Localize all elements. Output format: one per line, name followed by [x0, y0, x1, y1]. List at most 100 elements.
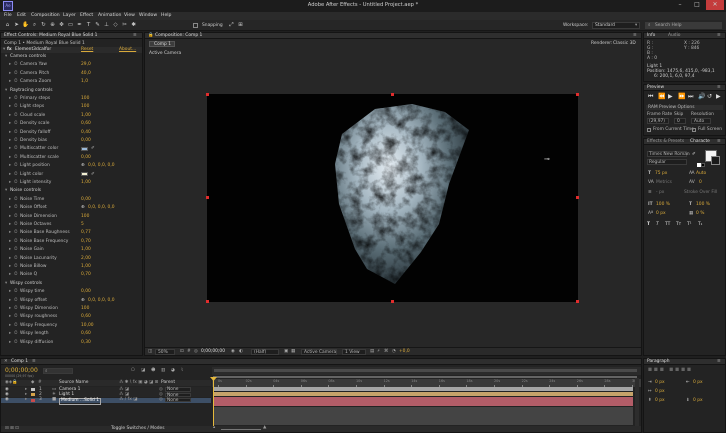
property-group[interactable]: ▾ Raytracing controls: [1, 88, 142, 93]
expand-arrow-icon[interactable]: ▸: [9, 247, 11, 252]
font-size-value[interactable]: 75 px: [655, 171, 667, 176]
layer-handle-tl[interactable]: [205, 92, 209, 96]
stopwatch-icon[interactable]: ⏱: [14, 104, 17, 109]
stopwatch-icon[interactable]: ⏱: [14, 314, 17, 319]
property-row[interactable]: ▸ ⏱ Noise Billow 1,00: [1, 264, 142, 269]
stopwatch-icon[interactable]: ⏱: [14, 298, 17, 303]
property-row[interactable]: ▸ ⏱ Light position ⊕ 0,0, 0,0, 0,0: [1, 163, 142, 168]
property-row[interactable]: ▸ ⏱ Primary steps 100: [1, 96, 142, 101]
property-row[interactable]: ▸ ⏱ Camera Zoom 1,0: [1, 79, 142, 84]
stopwatch-icon[interactable]: ⏱: [14, 289, 17, 294]
full-screen-checkbox[interactable]: [692, 128, 696, 132]
expand-arrow-icon[interactable]: ▸: [9, 146, 11, 151]
tab-effects-presets[interactable]: Effects & Presets: [647, 139, 684, 144]
expand-arrow-icon[interactable]: ▸: [9, 79, 11, 84]
zoom-select[interactable]: 50%: [155, 349, 175, 355]
timeline-scrollbar[interactable]: [635, 378, 639, 427]
stroke-color-swatch[interactable]: [711, 156, 720, 165]
crosshair-icon[interactable]: ⊕: [81, 298, 85, 303]
panel-menu-icon[interactable]: ≡: [633, 33, 637, 38]
layer-handle-bm[interactable]: [391, 300, 394, 303]
property-value[interactable]: 100: [81, 104, 89, 109]
property-row[interactable]: ▸ ⏱ Camera Pitch 40,0: [1, 71, 142, 76]
tracking-value[interactable]: 0: [699, 180, 702, 185]
workspace-select[interactable]: Standard ▾: [592, 22, 640, 29]
tsume-value[interactable]: 0 %: [696, 211, 704, 216]
tab-audio[interactable]: Audio: [668, 33, 680, 38]
grid-icon[interactable]: #: [187, 349, 191, 354]
table-row[interactable]: ◉ ▸ 2 ☀ Light 1 ⁂ ◪ ◎ None: [1, 392, 211, 398]
stopwatch-icon[interactable]: ⏱: [14, 121, 17, 126]
close-tab-icon[interactable]: ✕: [4, 359, 8, 364]
stopwatch-icon[interactable]: ⏱: [14, 71, 17, 76]
stopwatch-icon[interactable]: ⏱: [14, 138, 17, 143]
property-row[interactable]: ▸ ⏱ Density falloff 0,40: [1, 130, 142, 135]
property-value[interactable]: 0,70: [81, 239, 91, 244]
renderer-value[interactable]: Classic 3D: [613, 41, 636, 46]
current-time-indicator[interactable]: [213, 377, 214, 427]
stopwatch-icon[interactable]: ⏱: [14, 163, 17, 168]
property-row[interactable]: ▸ ⏱ Noise Q 0,70: [1, 272, 142, 277]
expand-arrow-icon[interactable]: ▾: [5, 54, 7, 59]
stopwatch-icon[interactable]: ⏱: [14, 180, 17, 185]
camera-tool-icon[interactable]: ⊕: [49, 22, 56, 29]
property-value[interactable]: 1,0: [81, 79, 88, 84]
tab-paragraph[interactable]: Paragraph: [647, 359, 670, 364]
property-value[interactable]: 1,00: [81, 113, 91, 118]
menu-help[interactable]: Help: [161, 13, 171, 19]
indent-first-value[interactable]: 0 px: [655, 389, 665, 394]
property-group[interactable]: ▾ Camera controls: [1, 54, 142, 59]
indent-right-value[interactable]: 0 px: [693, 380, 703, 385]
expand-arrow-icon[interactable]: ▾: [3, 47, 5, 52]
stopwatch-icon[interactable]: ⏱: [14, 331, 17, 336]
property-row[interactable]: ▸ ⏱ Light steps 100: [1, 104, 142, 109]
stopwatch-icon[interactable]: ⏱: [14, 205, 17, 210]
property-value[interactable]: 0,77: [81, 230, 91, 235]
stopwatch-icon[interactable]: ⏱: [14, 96, 17, 101]
composition-tab[interactable]: Composition: Comp 1: [155, 33, 202, 38]
search-help-input[interactable]: ⌕ Search Help: [645, 22, 722, 29]
property-row[interactable]: ▸ ⏱ Wispy Frequency 10,00: [1, 323, 142, 328]
property-value[interactable]: 1,00: [81, 264, 91, 269]
tab-character[interactable]: Characte: [690, 139, 710, 144]
expand-arrow-icon[interactable]: ▸: [9, 138, 11, 143]
black-swatch[interactable]: [701, 163, 705, 167]
property-row[interactable]: ▸ ⏱ Wispy diffusion 0,30: [1, 340, 142, 345]
horizontal-scale-value[interactable]: 100 %: [696, 202, 710, 207]
expand-arrow-icon[interactable]: ▸: [9, 163, 11, 168]
expand-arrow-icon[interactable]: ▸: [9, 289, 11, 294]
property-row[interactable]: ▸ ⏱ Light intensity 1,00: [1, 180, 142, 185]
property-value[interactable]: 1,00: [81, 180, 91, 185]
first-frame-icon[interactable]: ⏮: [648, 94, 653, 100]
home-icon[interactable]: ⌂: [4, 22, 11, 29]
indent-left-value[interactable]: 0 px: [655, 380, 665, 385]
layer-bar-camera[interactable]: [213, 387, 633, 391]
kerning-value[interactable]: Metrics: [656, 180, 672, 185]
layer-switches[interactable]: ⁂ / fx ◪: [119, 397, 137, 402]
layer-label-color[interactable]: [31, 393, 35, 397]
flowchart-icon[interactable]: ⌘: [384, 349, 388, 354]
expand-arrow-icon[interactable]: ▸: [9, 121, 11, 126]
table-row[interactable]: ◉ ▸ 1 ▭ Camera 1 ⁂ ◪ ◎ None: [1, 387, 211, 392]
hand-tool-icon[interactable]: ✋: [22, 22, 29, 29]
property-row[interactable]: ▸ ⏱ Wispy roughness 0,60: [1, 314, 142, 319]
play-icon[interactable]: ▶: [668, 94, 673, 100]
property-row[interactable]: ▸ ⏱ Noise Lacunarity 2,00: [1, 256, 142, 261]
color-swatch[interactable]: [81, 146, 88, 151]
expand-arrow-icon[interactable]: ▸: [9, 205, 11, 210]
stopwatch-icon[interactable]: ⏱: [14, 172, 17, 177]
property-row[interactable]: ▸ ⏱ Noise Base Roughness 0,77: [1, 230, 142, 235]
frame-blend-icon[interactable]: ▥: [161, 368, 165, 373]
expand-arrow-icon[interactable]: ▸: [9, 256, 11, 261]
channel-icon[interactable]: ◐: [239, 349, 243, 354]
stopwatch-icon[interactable]: ⏱: [14, 113, 17, 118]
property-value[interactable]: 40,0: [81, 71, 91, 76]
pen-tool-icon[interactable]: ✒: [76, 22, 83, 29]
stopwatch-icon[interactable]: ⏱: [14, 130, 17, 135]
stopwatch-icon[interactable]: ⏱: [14, 214, 17, 219]
layer-name[interactable]: Medium ...Solid 1: [59, 398, 102, 405]
expand-arrow-icon[interactable]: ▸: [9, 222, 11, 227]
snapping-checkbox[interactable]: [193, 23, 198, 28]
comp-subtab[interactable]: Comp 1: [149, 41, 175, 47]
visibility-icon[interactable]: ◉: [5, 397, 9, 402]
